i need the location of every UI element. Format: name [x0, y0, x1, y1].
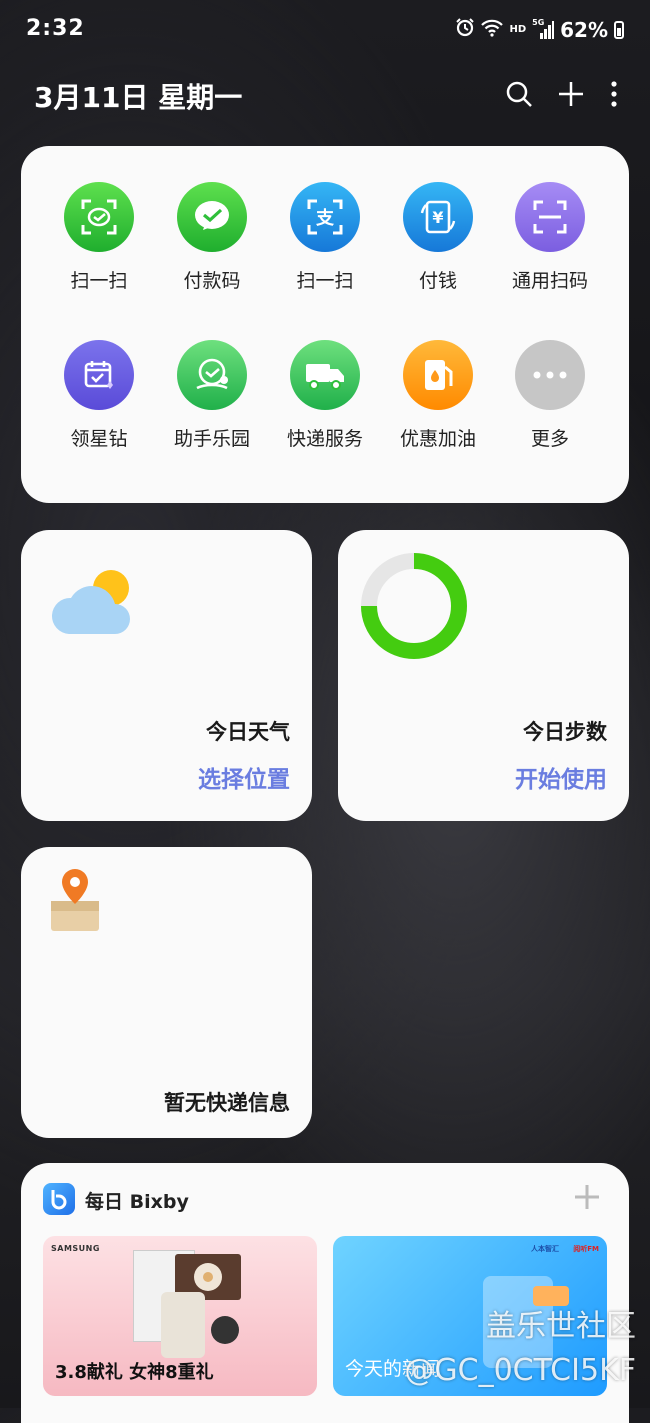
- watch-image: [211, 1316, 239, 1344]
- wechat-pay-icon: [177, 182, 247, 252]
- add-icon[interactable]: [573, 1183, 601, 1215]
- fuel-pump-icon: [403, 340, 473, 410]
- app-wechat-scan[interactable]: 扫一扫: [44, 182, 154, 293]
- no-delivery-text: 暂无快递信息: [164, 1091, 290, 1115]
- news-logo-2: 阅听FM: [573, 1245, 599, 1253]
- delivery-widget[interactable]: 暂无快递信息: [21, 847, 312, 1138]
- phone-image: [161, 1292, 205, 1358]
- alipay-pay-icon: ¥: [403, 182, 473, 252]
- status-bar: 2:32 HD 5G 62%: [0, 0, 650, 60]
- battery-icon: [614, 20, 624, 39]
- app-label: 快递服务: [286, 428, 363, 450]
- app-label: 更多: [530, 428, 569, 450]
- weather-cloud-sun-icon: [49, 568, 141, 644]
- app-label: 付钱: [418, 270, 457, 292]
- banner-caption: 3.8献礼 女神8重礼: [55, 1362, 214, 1383]
- status-time: 2:32: [26, 16, 85, 41]
- app-alipay-scan[interactable]: 支 扫一扫: [270, 182, 380, 293]
- start-using-link[interactable]: 开始使用: [515, 760, 607, 794]
- assistant-park-icon: [177, 340, 247, 410]
- app-label: 优惠加油: [399, 428, 476, 450]
- samsung-brand: SAMSUNG: [51, 1244, 100, 1253]
- app-universal-scan[interactable]: 通用扫码: [495, 182, 605, 293]
- package-location-icon: [49, 867, 103, 937]
- banner-samsung[interactable]: SAMSUNG 3.8献礼 女神8重礼: [43, 1236, 317, 1396]
- add-icon[interactable]: [556, 79, 586, 109]
- bixby-title: 每日 Bixby: [85, 1191, 189, 1213]
- select-location-link[interactable]: 选择位置: [198, 760, 290, 794]
- watermark: 盖乐世社区 @GC_0CTCI5KF: [404, 1305, 636, 1393]
- watermark-line2: @GC_0CTCI5KF: [404, 1353, 636, 1388]
- svg-text:支: 支: [315, 207, 335, 229]
- watermark-line1: 盖乐世社区: [486, 1309, 636, 1344]
- news-logo-1: 人本智汇: [531, 1245, 559, 1253]
- steps-widget[interactable]: 今日步数 开始使用: [338, 530, 629, 821]
- date-title: 3月11日 星期一: [34, 81, 243, 114]
- status-icons: HD 5G 62%: [455, 17, 624, 42]
- wifi-icon: [481, 18, 504, 42]
- header-actions: [504, 74, 620, 114]
- quick-apps-card: 扫一扫 付款码 支 扫一扫 ¥ 付钱 通用扫码 领星钻 助手乐园 快递服务 优惠…: [21, 146, 629, 503]
- app-more[interactable]: 更多: [495, 340, 605, 451]
- news-bubble: [533, 1286, 569, 1306]
- network-label: HD: [509, 24, 527, 35]
- app-assistant-park[interactable]: 助手乐园: [157, 340, 267, 451]
- svg-text:¥: ¥: [432, 208, 443, 227]
- more-vertical-icon[interactable]: [608, 79, 620, 109]
- more-icon: [515, 340, 585, 410]
- steps-title: 今日步数: [523, 720, 607, 744]
- app-label: 扫一扫: [296, 270, 354, 292]
- search-icon[interactable]: [504, 79, 534, 109]
- app-label: 通用扫码: [511, 270, 588, 292]
- app-label: 助手乐园: [173, 428, 250, 450]
- app-label: 领星钻: [70, 428, 128, 450]
- steps-ring-icon: [358, 550, 470, 666]
- weather-widget[interactable]: 今日天气 选择位置: [21, 530, 312, 821]
- alarm-icon: [455, 17, 475, 42]
- signal-icon: 5G: [532, 18, 555, 40]
- app-delivery[interactable]: 快递服务: [270, 340, 380, 451]
- app-star-diamond[interactable]: 领星钻: [44, 340, 154, 451]
- app-wechat-pay[interactable]: 付款码: [157, 182, 267, 293]
- battery-percent: 62%: [560, 17, 608, 42]
- app-label: 付款码: [183, 270, 241, 292]
- header: 3月11日 星期一: [34, 74, 620, 118]
- app-label: 扫一扫: [70, 270, 128, 292]
- wechat-scan-icon: [64, 182, 134, 252]
- app-fuel[interactable]: 优惠加油: [383, 340, 493, 451]
- delivery-truck-icon: [290, 340, 360, 410]
- alipay-scan-icon: 支: [290, 182, 360, 252]
- star-diamond-icon: [64, 340, 134, 410]
- app-alipay-pay[interactable]: ¥ 付钱: [383, 182, 493, 293]
- universal-scan-icon: [515, 182, 585, 252]
- bixby-logo-icon: [43, 1183, 75, 1215]
- weather-title: 今日天气: [206, 720, 290, 744]
